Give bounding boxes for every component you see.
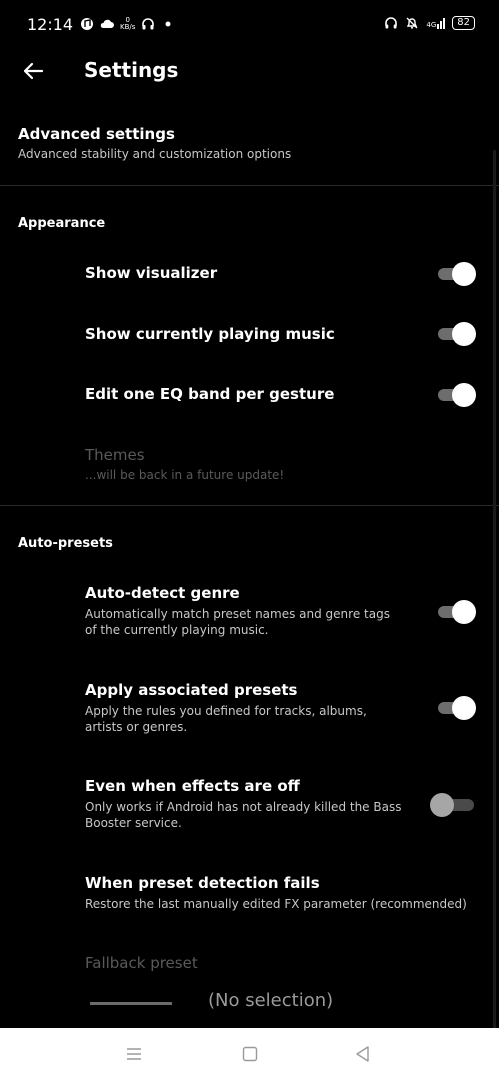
headset-icon [142, 18, 155, 30]
bell-muted-icon [406, 17, 418, 29]
themes-title: Themes [85, 446, 145, 464]
section-auto-presets: Auto-presets [18, 536, 113, 551]
system-navigation-bar [0, 1028, 499, 1080]
preset-detection-fails-subtitle: Restore the last manually edited FX para… [85, 897, 467, 911]
apply-presets-subtitle: Apply the rules you defined for tracks, … [85, 704, 367, 734]
apply-presets-toggle[interactable] [436, 695, 476, 721]
show-playing-music-toggle[interactable] [436, 321, 476, 347]
fallback-preset-value[interactable]: (No selection) [208, 990, 333, 1011]
divider [0, 505, 499, 506]
dot-icon [165, 21, 171, 27]
cloud-icon [100, 19, 114, 28]
auto-detect-genre-toggle[interactable] [436, 599, 476, 625]
status-right-icons: 4G 82 [384, 16, 475, 30]
edit-eq-band-label[interactable]: Edit one EQ band per gesture [85, 385, 334, 403]
effects-off-title[interactable]: Even when effects are off [85, 777, 300, 795]
effects-off-subtitle: Only works if Android has not already ki… [85, 800, 402, 830]
edit-eq-band-toggle[interactable] [436, 382, 476, 408]
battery-indicator: 82 [452, 16, 475, 30]
page-title: Settings [84, 58, 179, 82]
headphones-icon [385, 17, 398, 29]
scrollbar[interactable] [493, 150, 496, 1030]
auto-detect-genre-title[interactable]: Auto-detect genre [85, 584, 240, 602]
home-icon[interactable] [238, 1042, 262, 1066]
music-app-icon [81, 18, 93, 30]
divider [0, 185, 499, 186]
show-visualizer-toggle[interactable] [436, 261, 476, 287]
preset-detection-fails-title[interactable]: When preset detection fails [85, 874, 320, 892]
back-triangle-icon[interactable] [351, 1042, 375, 1066]
status-left-icons: 0 KB/s [80, 17, 175, 31]
themes-subtitle: ...will be back in a future update! [85, 468, 285, 482]
signal-icon: 4G [426, 17, 446, 29]
apply-presets-title[interactable]: Apply associated presets [85, 681, 297, 699]
advanced-settings-item[interactable]: Advanced settings Advanced stability and… [18, 125, 291, 161]
status-time: 12:14 [27, 15, 74, 34]
network-speed: 0 KB/s [120, 16, 136, 31]
fallback-preset-title: Fallback preset [85, 954, 198, 972]
status-bar: 12:14 0 KB/s 4G 82 [0, 0, 499, 50]
back-arrow-icon[interactable] [20, 58, 46, 84]
auto-detect-genre-subtitle: Automatically match preset names and gen… [85, 607, 390, 637]
menu-icon[interactable] [122, 1042, 146, 1066]
show-playing-music-label[interactable]: Show currently playing music [85, 325, 335, 343]
advanced-settings-subtitle: Advanced stability and customization opt… [18, 147, 292, 161]
fallback-preset-underline [90, 1002, 172, 1005]
show-visualizer-label[interactable]: Show visualizer [85, 264, 217, 282]
effects-off-toggle[interactable] [430, 792, 476, 818]
section-appearance: Appearance [18, 216, 106, 231]
advanced-settings-title: Advanced settings [18, 125, 175, 143]
